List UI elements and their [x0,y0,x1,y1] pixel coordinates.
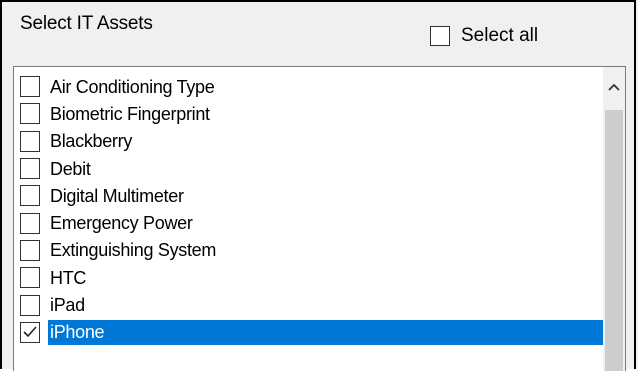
list-item[interactable]: Digital Multimeter [20,182,603,209]
list-item[interactable]: Debit [20,155,603,182]
item-checkbox[interactable] [20,103,40,125]
item-label[interactable]: Air Conditioning Type [48,74,218,99]
item-checkbox[interactable] [20,185,40,207]
item-checkbox[interactable] [20,267,40,289]
scroll-thumb[interactable] [605,110,623,371]
item-checkbox[interactable] [20,130,40,152]
item-checkbox[interactable] [20,321,40,343]
item-label[interactable]: Blackberry [48,129,136,154]
item-checkbox[interactable] [20,212,40,234]
list-item[interactable]: Blackberry [20,128,603,155]
list-item[interactable]: Air Conditioning Type [20,73,603,100]
checkmark-icon [23,326,37,337]
select-all-box[interactable] [430,26,450,46]
list-item[interactable]: Extinguishing System [20,237,603,264]
scroll-up-button[interactable] [603,67,625,107]
it-assets-panel: Select IT Assets Select all Air Conditio… [0,0,636,371]
assets-list: Air Conditioning Type Biometric Fingerpr… [20,73,603,346]
item-label[interactable]: Digital Multimeter [48,183,188,208]
item-label[interactable]: Debit [48,156,95,181]
item-checkbox[interactable] [20,158,40,180]
list-item[interactable]: iPad [20,291,603,318]
assets-checked-listbox[interactable]: Air Conditioning Type Biometric Fingerpr… [13,66,626,371]
item-label[interactable]: Extinguishing System [48,238,220,263]
item-label[interactable]: Emergency Power [48,211,197,236]
panel-title: Select IT Assets [20,13,153,34]
item-label[interactable]: iPhone [48,319,603,345]
chevron-up-icon [608,83,620,91]
window-background: Select IT Assets Select all Air Conditio… [0,0,638,371]
list-item[interactable]: iPhone [20,319,603,346]
item-label[interactable]: HTC [48,265,90,290]
list-item[interactable]: Biometric Fingerprint [20,100,603,127]
item-label[interactable]: Biometric Fingerprint [48,101,214,126]
item-label[interactable]: iPad [48,293,89,318]
item-checkbox[interactable] [20,76,40,98]
select-all-checkbox[interactable]: Select all [430,23,538,49]
list-item[interactable]: Emergency Power [20,209,603,236]
list-item[interactable]: HTC [20,264,603,291]
item-checkbox[interactable] [20,239,40,261]
vertical-scrollbar[interactable] [603,67,625,371]
item-checkbox[interactable] [20,294,40,316]
select-all-label[interactable]: Select all [461,23,538,49]
